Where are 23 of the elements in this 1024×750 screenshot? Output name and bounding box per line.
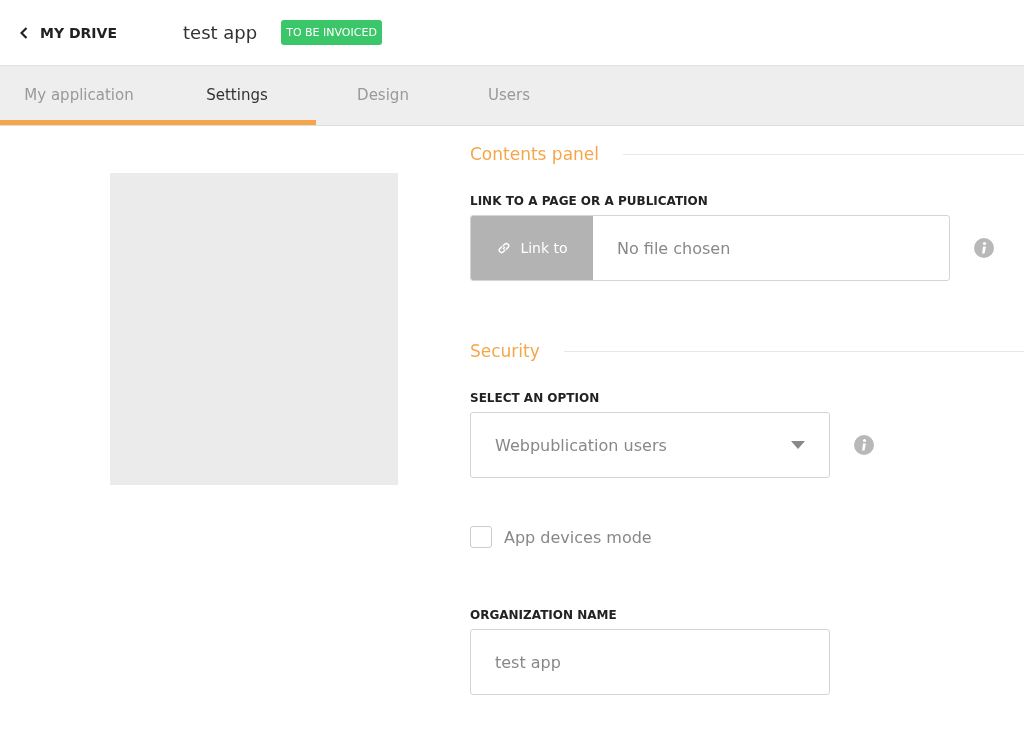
section-title: Contents panel bbox=[470, 144, 600, 164]
app-title: test app bbox=[183, 22, 258, 43]
tab[interactable]: My application bbox=[0, 66, 158, 125]
tab[interactable]: Users bbox=[450, 66, 568, 125]
section-title: Security bbox=[470, 341, 540, 361]
field-label: SELECT AN OPTION bbox=[470, 391, 601, 405]
field-label: ORGANIZATION NAME bbox=[470, 608, 618, 622]
file-link-field[interactable]: Link to No file chosen bbox=[470, 215, 950, 281]
tab[interactable]: Design bbox=[316, 66, 450, 125]
option-select[interactable]: Webpublication users bbox=[470, 412, 830, 478]
info-icon[interactable] bbox=[974, 238, 994, 258]
checkbox-label: App devices mode bbox=[504, 527, 652, 547]
field-label: LINK TO A PAGE OR A PUBLICATION bbox=[470, 194, 709, 208]
input-field[interactable]: test app bbox=[470, 629, 830, 695]
caret-icon bbox=[791, 441, 805, 449]
back-link[interactable]: MY DRIVE bbox=[20, 24, 183, 41]
status-badge: TO BE INVOICED bbox=[281, 20, 382, 45]
info-icon[interactable] bbox=[854, 435, 874, 455]
link-icon bbox=[496, 240, 513, 256]
link-to-button[interactable]: Link to bbox=[471, 216, 593, 280]
back-chevron-icon bbox=[20, 26, 28, 39]
checkbox[interactable] bbox=[470, 526, 492, 548]
tab[interactable]: Settings bbox=[158, 66, 316, 125]
